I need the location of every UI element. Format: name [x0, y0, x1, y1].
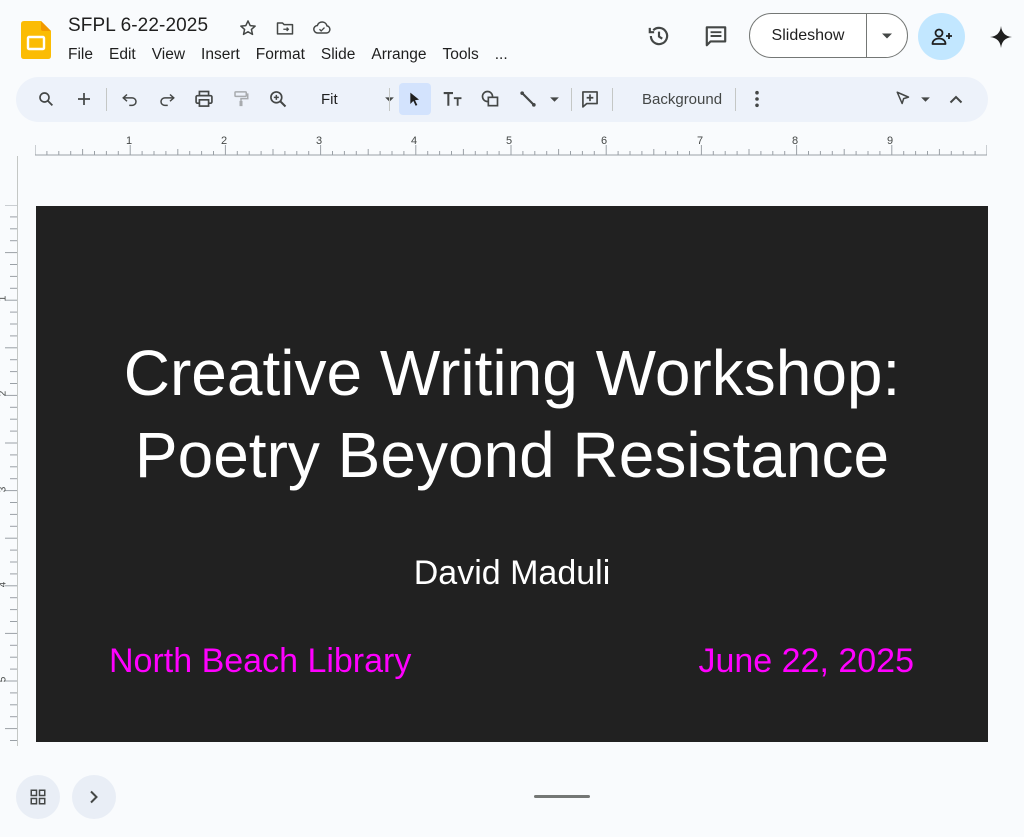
toolbar-divider: [106, 88, 107, 111]
paint-format-icon[interactable]: [225, 83, 257, 115]
add-comment-icon[interactable]: [574, 83, 606, 115]
slide-subtitle[interactable]: David Maduli: [36, 554, 988, 593]
ruler-label: 7: [697, 135, 704, 147]
ruler-label: 2: [0, 391, 8, 397]
chevron-down-icon: [920, 96, 930, 102]
ruler-label: 6: [601, 135, 608, 147]
menu-more[interactable]: ...: [487, 44, 516, 66]
pen-tool-button[interactable]: [887, 83, 937, 115]
menu-arrange[interactable]: Arrange: [363, 44, 434, 66]
grid-view-button[interactable]: [16, 775, 60, 819]
ruler-label: 1: [0, 296, 8, 302]
toolbar: Fit Background: [16, 77, 988, 122]
gemini-sparkle-icon[interactable]: [986, 22, 1016, 52]
more-options-icon[interactable]: [741, 83, 773, 115]
menu-view[interactable]: View: [144, 44, 193, 66]
slideshow-dropdown-button[interactable]: [867, 14, 907, 57]
ruler-label: 4: [411, 135, 418, 147]
document-title[interactable]: SFPL 6-22-2025: [68, 15, 208, 37]
pen-cursor-icon: [896, 91, 909, 105]
menu-file[interactable]: File: [60, 44, 101, 66]
menu-slide[interactable]: Slide: [313, 44, 363, 66]
grid-icon: [30, 789, 46, 805]
move-to-folder-icon[interactable]: [273, 16, 297, 40]
ruler-label: 3: [316, 135, 323, 147]
zoom-value: Fit: [321, 90, 338, 108]
slide-title-line-1: Creative Writing Workshop:: [123, 337, 901, 409]
ruler-label: 3: [0, 487, 8, 493]
vertical-ruler[interactable]: 1 2 3 4 5: [0, 204, 18, 742]
ruler-label: 5: [506, 135, 513, 147]
menu-bar: File Edit View Insert Format Slide Arran…: [60, 44, 516, 66]
slide-date-text[interactable]: June 22, 2025: [698, 642, 914, 681]
line-dropdown-chevron-icon[interactable]: [544, 83, 564, 115]
ruler-label: 9: [887, 135, 894, 147]
toolbar-divider: [571, 88, 572, 111]
menu-tools[interactable]: Tools: [435, 44, 487, 66]
menu-insert[interactable]: Insert: [193, 44, 248, 66]
chevron-right-icon: [90, 790, 98, 804]
toolbar-divider: [389, 88, 390, 111]
expand-filmstrip-button[interactable]: [72, 775, 116, 819]
text-box-icon[interactable]: [437, 83, 469, 115]
toolbar-divider: [612, 88, 613, 111]
ruler-label: 8: [792, 135, 799, 147]
ruler-label: 4: [0, 582, 8, 588]
slide-location-text[interactable]: North Beach Library: [109, 642, 411, 681]
comments-icon[interactable]: [700, 20, 732, 52]
star-icon[interactable]: [236, 16, 260, 40]
search-menus-icon[interactable]: [30, 83, 62, 115]
background-button[interactable]: Background: [636, 83, 728, 115]
line-icon[interactable]: [512, 83, 544, 115]
menu-format[interactable]: Format: [248, 44, 313, 66]
zoom-icon[interactable]: [262, 83, 294, 115]
add-person-icon: [931, 28, 952, 45]
slide-title-line-2: Poetry Beyond Resistance: [134, 419, 890, 491]
slide-canvas[interactable]: Creative Writing Workshop: Poetry Beyond…: [36, 206, 988, 742]
slides-logo-icon[interactable]: [21, 21, 51, 59]
ruler-label: 2: [221, 135, 228, 147]
print-icon[interactable]: [188, 83, 220, 115]
version-history-icon[interactable]: [643, 20, 675, 52]
vertical-ruler-ticks: [5, 204, 17, 741]
undo-icon[interactable]: [114, 83, 146, 115]
ruler-label: 1: [126, 135, 133, 147]
collapse-toolbar-chevron-up-icon[interactable]: [940, 83, 972, 115]
horizontal-ruler[interactable]: 1 2 3 4 5 6 7 8 9: [34, 135, 988, 156]
share-button[interactable]: [918, 13, 965, 60]
cloud-saved-icon[interactable]: [310, 16, 334, 40]
slide-title[interactable]: Creative Writing Workshop: Poetry Beyond…: [36, 332, 988, 496]
toolbar-divider: [735, 88, 736, 111]
slideshow-button-group: Slideshow: [749, 13, 908, 58]
redo-icon[interactable]: [151, 83, 183, 115]
menu-edit[interactable]: Edit: [101, 44, 144, 66]
new-slide-plus-icon[interactable]: [68, 83, 100, 115]
ruler-label: 5: [0, 677, 8, 683]
zoom-select[interactable]: Fit: [313, 83, 401, 115]
app-header: SFPL 6-22-2025 File Edit View Insert For…: [0, 0, 1024, 76]
shape-icon[interactable]: [474, 83, 506, 115]
select-cursor-icon[interactable]: [399, 83, 431, 115]
slideshow-button[interactable]: Slideshow: [750, 14, 867, 57]
speaker-notes-drag-handle[interactable]: [534, 795, 590, 798]
chevron-down-icon: [882, 33, 892, 38]
